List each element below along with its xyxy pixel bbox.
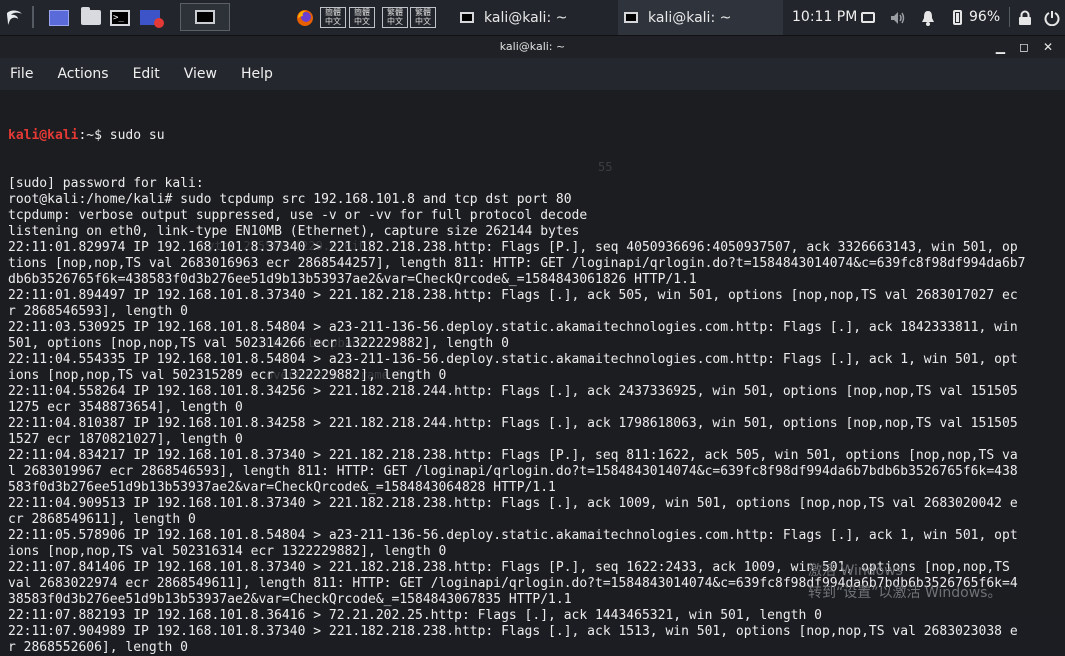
- top-panel: >_ 簡體 中文 簡體 中文 繁體 中文 繁體 中文 kali@kali: ~ …: [0, 0, 1065, 36]
- firefox-icon[interactable]: [294, 0, 316, 35]
- workspace-switcher[interactable]: [180, 3, 230, 31]
- terminal-area[interactable]: 55 bytes 235500 (229.9 KiB) (Local Loopb…: [0, 90, 1065, 655]
- terminal-line: 1275 ecr 3548873654], length 0: [8, 400, 243, 415]
- terminal-line: 22:11:04.810387 IP 192.168.101.8.34258 >…: [8, 416, 1018, 431]
- lock-icon[interactable]: [1015, 0, 1035, 35]
- workspace-window-thumbnail: [195, 10, 215, 24]
- minimize-icon[interactable]: ▁: [996, 40, 1005, 54]
- menu-file[interactable]: File: [10, 66, 33, 82]
- taskbar-terminal-2[interactable]: kali@kali: ~: [618, 0, 783, 35]
- notification-bell-icon[interactable]: [919, 0, 937, 35]
- kali-menu-icon[interactable]: [4, 0, 26, 35]
- terminal-line: 22:11:01.894497 IP 192.168.101.8.37340 >…: [8, 288, 1018, 303]
- activation-watermark: 激活 Windows 转到“设置”以激活 Windows。: [808, 560, 1001, 604]
- input-method-simplified-tile[interactable]: 簡體 中文: [320, 7, 346, 28]
- terminal-launcher-icon[interactable]: >_: [108, 0, 132, 35]
- taskbar-terminal-label: kali@kali: ~: [648, 9, 732, 26]
- terminal-line: [sudo] password for kali:: [8, 176, 204, 191]
- prompt-line: kali@kali:~$ sudo su: [8, 128, 1058, 144]
- show-desktop-icon[interactable]: [47, 0, 71, 35]
- display-icon[interactable]: [859, 0, 877, 35]
- terminal-line: 22:11:04.834217 IP 192.168.101.8.37340 >…: [8, 448, 1018, 463]
- watermark-line-2: 转到“设置”以激活 Windows。: [808, 585, 1002, 601]
- battery-percent: 96%: [969, 9, 1001, 25]
- terminal-line: 22:11:04.554335 IP 192.168.101.8.54804 >…: [8, 352, 1018, 367]
- prompt-command: :~$ sudo su: [78, 128, 165, 143]
- window-controls: ▁ ◻ ✕: [996, 36, 1053, 58]
- terminal-line: r 2868552606], length 0: [8, 640, 189, 655]
- terminal-line: ions [nop,nop,TS val 502316314 ecr 13222…: [8, 544, 447, 559]
- terminal-line: r 2868546593], length 0: [8, 304, 189, 319]
- battery-icon[interactable]: [949, 0, 965, 35]
- terminal-line: 22:11:03.530925 IP 192.168.101.8.54804 >…: [8, 320, 1018, 335]
- terminal-line: 1527 ecr 1870821027], length 0: [8, 432, 243, 447]
- terminal-line: cr 2868549611], length 0: [8, 512, 196, 527]
- terminal-line: 22:11:07.904989 IP 192.168.101.8.37340 >…: [8, 624, 1018, 639]
- terminal-line: 22:11:01.829974 IP 192.168.101.8.37340 >…: [8, 240, 1018, 255]
- terminal-icon: [624, 12, 638, 23]
- input-method-traditional-tile-2[interactable]: 繁體 中文: [410, 7, 436, 28]
- terminal-line: tions [nop,nop,TS val 2683016963 ecr 286…: [8, 256, 1026, 271]
- menu-bar: File Actions Edit View Help: [0, 58, 1065, 90]
- menu-view[interactable]: View: [184, 66, 217, 82]
- maximize-icon[interactable]: ◻: [1019, 40, 1029, 54]
- terminal-line: l 2683019967 ecr 2868546593], length 811…: [8, 464, 1018, 479]
- terminal-icon: [460, 12, 474, 23]
- window-titlebar[interactable]: kali@kali: ~ ▁ ◻ ✕: [0, 36, 1065, 58]
- close-icon[interactable]: ✕: [1043, 40, 1053, 54]
- terminal-line: tcpdump: verbose output suppressed, use …: [8, 208, 588, 223]
- menu-help[interactable]: Help: [241, 66, 273, 82]
- terminal-line: 501, options [nop,nop,TS val 502314266 e…: [8, 336, 509, 351]
- logout-icon[interactable]: [1042, 0, 1062, 35]
- terminal-line: ions [nop,nop,TS val 502315289 ecr 13222…: [8, 368, 447, 383]
- terminal-scrollbar[interactable]: [1059, 90, 1065, 615]
- panel-separator: [32, 6, 34, 28]
- terminal-line: 22:11:04.909513 IP 192.168.101.8.37340 >…: [8, 496, 1018, 511]
- terminal-line: 22:11:04.558264 IP 192.168.101.8.34256 >…: [8, 384, 1018, 399]
- clock[interactable]: 10:11 PM: [792, 9, 857, 25]
- taskbar-terminal-1[interactable]: kali@kali: ~: [456, 0, 620, 35]
- input-method-traditional-tile[interactable]: 繁體 中文: [382, 7, 408, 28]
- prompt-user: kali@kali: [8, 128, 79, 143]
- input-method-simplified-tile-2[interactable]: 簡體 中文: [349, 7, 375, 28]
- watermark-line-1: 激活 Windows: [808, 563, 903, 579]
- terminal-line: 22:11:07.882193 IP 192.168.101.8.36416 >…: [8, 608, 822, 623]
- window-title: kali@kali: ~: [499, 40, 566, 53]
- panel-separator: [1009, 7, 1010, 27]
- terminal-line: 583f0d3b276ee51d9b13b53937ae2&var=CheckQ…: [8, 480, 556, 495]
- terminal-line: listening on eth0, link-type EN10MB (Eth…: [8, 224, 580, 239]
- screen-recorder-icon[interactable]: [137, 0, 164, 35]
- terminal-line: root@kali:/home/kali# sudo tcpdump src 1…: [8, 192, 572, 207]
- menu-actions[interactable]: Actions: [57, 66, 108, 82]
- file-manager-icon[interactable]: [79, 0, 103, 35]
- volume-icon[interactable]: [889, 0, 907, 35]
- terminal-line: 22:11:05.578906 IP 192.168.101.8.54804 >…: [8, 528, 1018, 543]
- terminal-line: db6b3526765f6k=438583f0d3b276ee51d9b13b5…: [8, 272, 697, 287]
- menu-edit[interactable]: Edit: [133, 66, 160, 82]
- taskbar-terminal-label: kali@kali: ~: [484, 9, 568, 26]
